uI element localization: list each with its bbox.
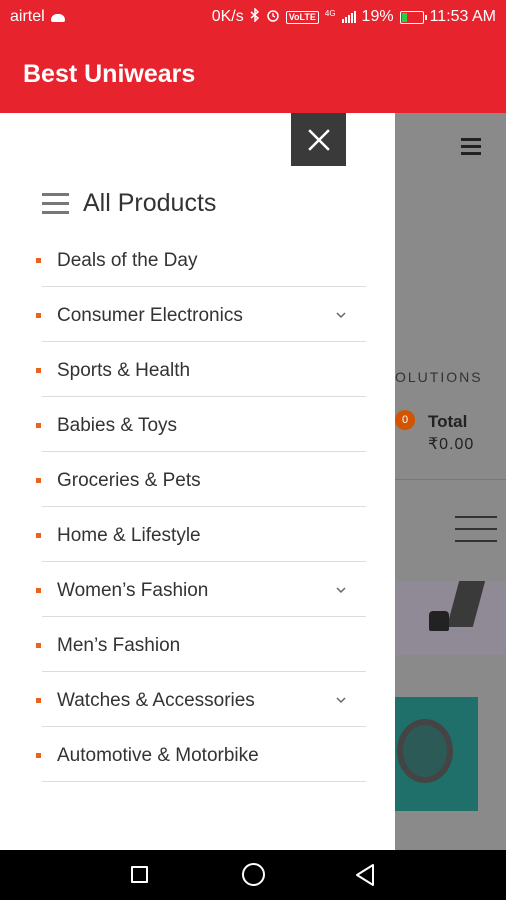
signal-icon: 4G bbox=[325, 8, 336, 26]
product-image[interactable] bbox=[395, 697, 478, 811]
network-type: 4G bbox=[324, 9, 336, 18]
menu-item-label: Babies & Toys bbox=[57, 415, 178, 436]
banner-image bbox=[446, 581, 486, 627]
navigation-drawer: All Products Deals of the Day Consumer El… bbox=[0, 113, 395, 850]
carrier-name: airtel bbox=[10, 8, 45, 25]
drawer-title: All Products bbox=[83, 189, 217, 217]
menu-item[interactable]: Home & Lifestyle bbox=[0, 507, 395, 562]
menu-item-label: Watches & Accessories bbox=[57, 690, 255, 711]
battery-icon bbox=[399, 10, 427, 24]
menu-item-label: Consumer Electronics bbox=[57, 305, 243, 326]
app-title: Best Uniwears bbox=[23, 60, 196, 88]
bullet-icon bbox=[36, 423, 41, 428]
system-nav-bar bbox=[0, 850, 506, 900]
menu-item-label: Women’s Fashion bbox=[57, 580, 209, 601]
bullet-icon bbox=[36, 368, 41, 373]
status-bar: airtel 0K/s VoLTE 4G 19% 11:53 AM bbox=[0, 0, 506, 34]
background-page[interactable]: OLUTIONS 0 Total ₹0.00 bbox=[395, 113, 506, 850]
category-list: Deals of the Day Consumer Electronics Spor… bbox=[0, 232, 395, 782]
bluetooth-icon bbox=[250, 6, 260, 27]
total-amount: ₹0.00 bbox=[428, 436, 475, 453]
menu-item[interactable]: Men’s Fashion bbox=[0, 617, 395, 672]
menu-item-label: Automotive & Motorbike bbox=[57, 745, 259, 766]
handbag-image bbox=[429, 611, 449, 631]
divider bbox=[395, 479, 506, 480]
alarm-icon bbox=[266, 8, 280, 27]
promo-banner[interactable] bbox=[395, 581, 506, 655]
divider bbox=[42, 781, 366, 782]
cloud-icon bbox=[50, 14, 65, 22]
menu-item[interactable]: Deals of the Day bbox=[0, 232, 395, 287]
menu-item[interactable]: Sports & Health bbox=[0, 342, 395, 397]
signal-bars-icon bbox=[341, 11, 356, 23]
menu-item-label: Deals of the Day bbox=[57, 250, 198, 271]
app-bar: Best Uniwears bbox=[0, 34, 506, 113]
bullet-icon bbox=[36, 478, 41, 483]
close-icon bbox=[307, 128, 330, 151]
bullet-icon bbox=[36, 753, 41, 758]
category-menu-icon[interactable] bbox=[455, 516, 497, 552]
menu-item-label: Sports & Health bbox=[57, 360, 191, 381]
recents-button[interactable] bbox=[131, 866, 148, 883]
menu-icon[interactable] bbox=[461, 138, 481, 159]
chevron-down-icon[interactable] bbox=[334, 583, 348, 597]
solutions-text: OLUTIONS bbox=[395, 369, 483, 385]
close-drawer-button[interactable] bbox=[291, 113, 346, 166]
menu-item[interactable]: Women’s Fashion bbox=[0, 562, 395, 617]
battery-percent: 19% bbox=[361, 8, 394, 25]
drawer-header: All Products bbox=[42, 189, 216, 218]
bullet-icon bbox=[36, 698, 41, 703]
menu-item[interactable]: Watches & Accessories bbox=[0, 672, 395, 727]
total-label: Total bbox=[428, 412, 468, 431]
bullet-icon bbox=[36, 313, 41, 318]
chevron-down-icon[interactable] bbox=[334, 693, 348, 707]
menu-item-label: Men’s Fashion bbox=[57, 635, 181, 656]
menu-item[interactable]: Automotive & Motorbike bbox=[0, 727, 395, 782]
menu-item-label: Home & Lifestyle bbox=[57, 525, 201, 546]
volte-icon: VoLTE bbox=[285, 10, 319, 24]
menu-item-label: Groceries & Pets bbox=[57, 470, 201, 491]
menu-item[interactable]: Groceries & Pets bbox=[0, 452, 395, 507]
menu-icon bbox=[42, 193, 69, 214]
menu-item[interactable]: Consumer Electronics bbox=[0, 287, 395, 342]
chevron-down-icon[interactable] bbox=[334, 308, 348, 322]
bullet-icon bbox=[36, 643, 41, 648]
home-button[interactable] bbox=[242, 863, 265, 886]
bullet-icon bbox=[36, 258, 41, 263]
network-speed: 0K/s bbox=[211, 8, 244, 25]
bullet-icon bbox=[36, 588, 41, 593]
menu-item[interactable]: Babies & Toys bbox=[0, 397, 395, 452]
clock-time: 11:53 AM bbox=[429, 8, 496, 25]
jewelry-image bbox=[397, 719, 453, 783]
back-button[interactable] bbox=[354, 863, 376, 887]
cart-count-badge: 0 bbox=[395, 410, 415, 430]
bullet-icon bbox=[36, 533, 41, 538]
